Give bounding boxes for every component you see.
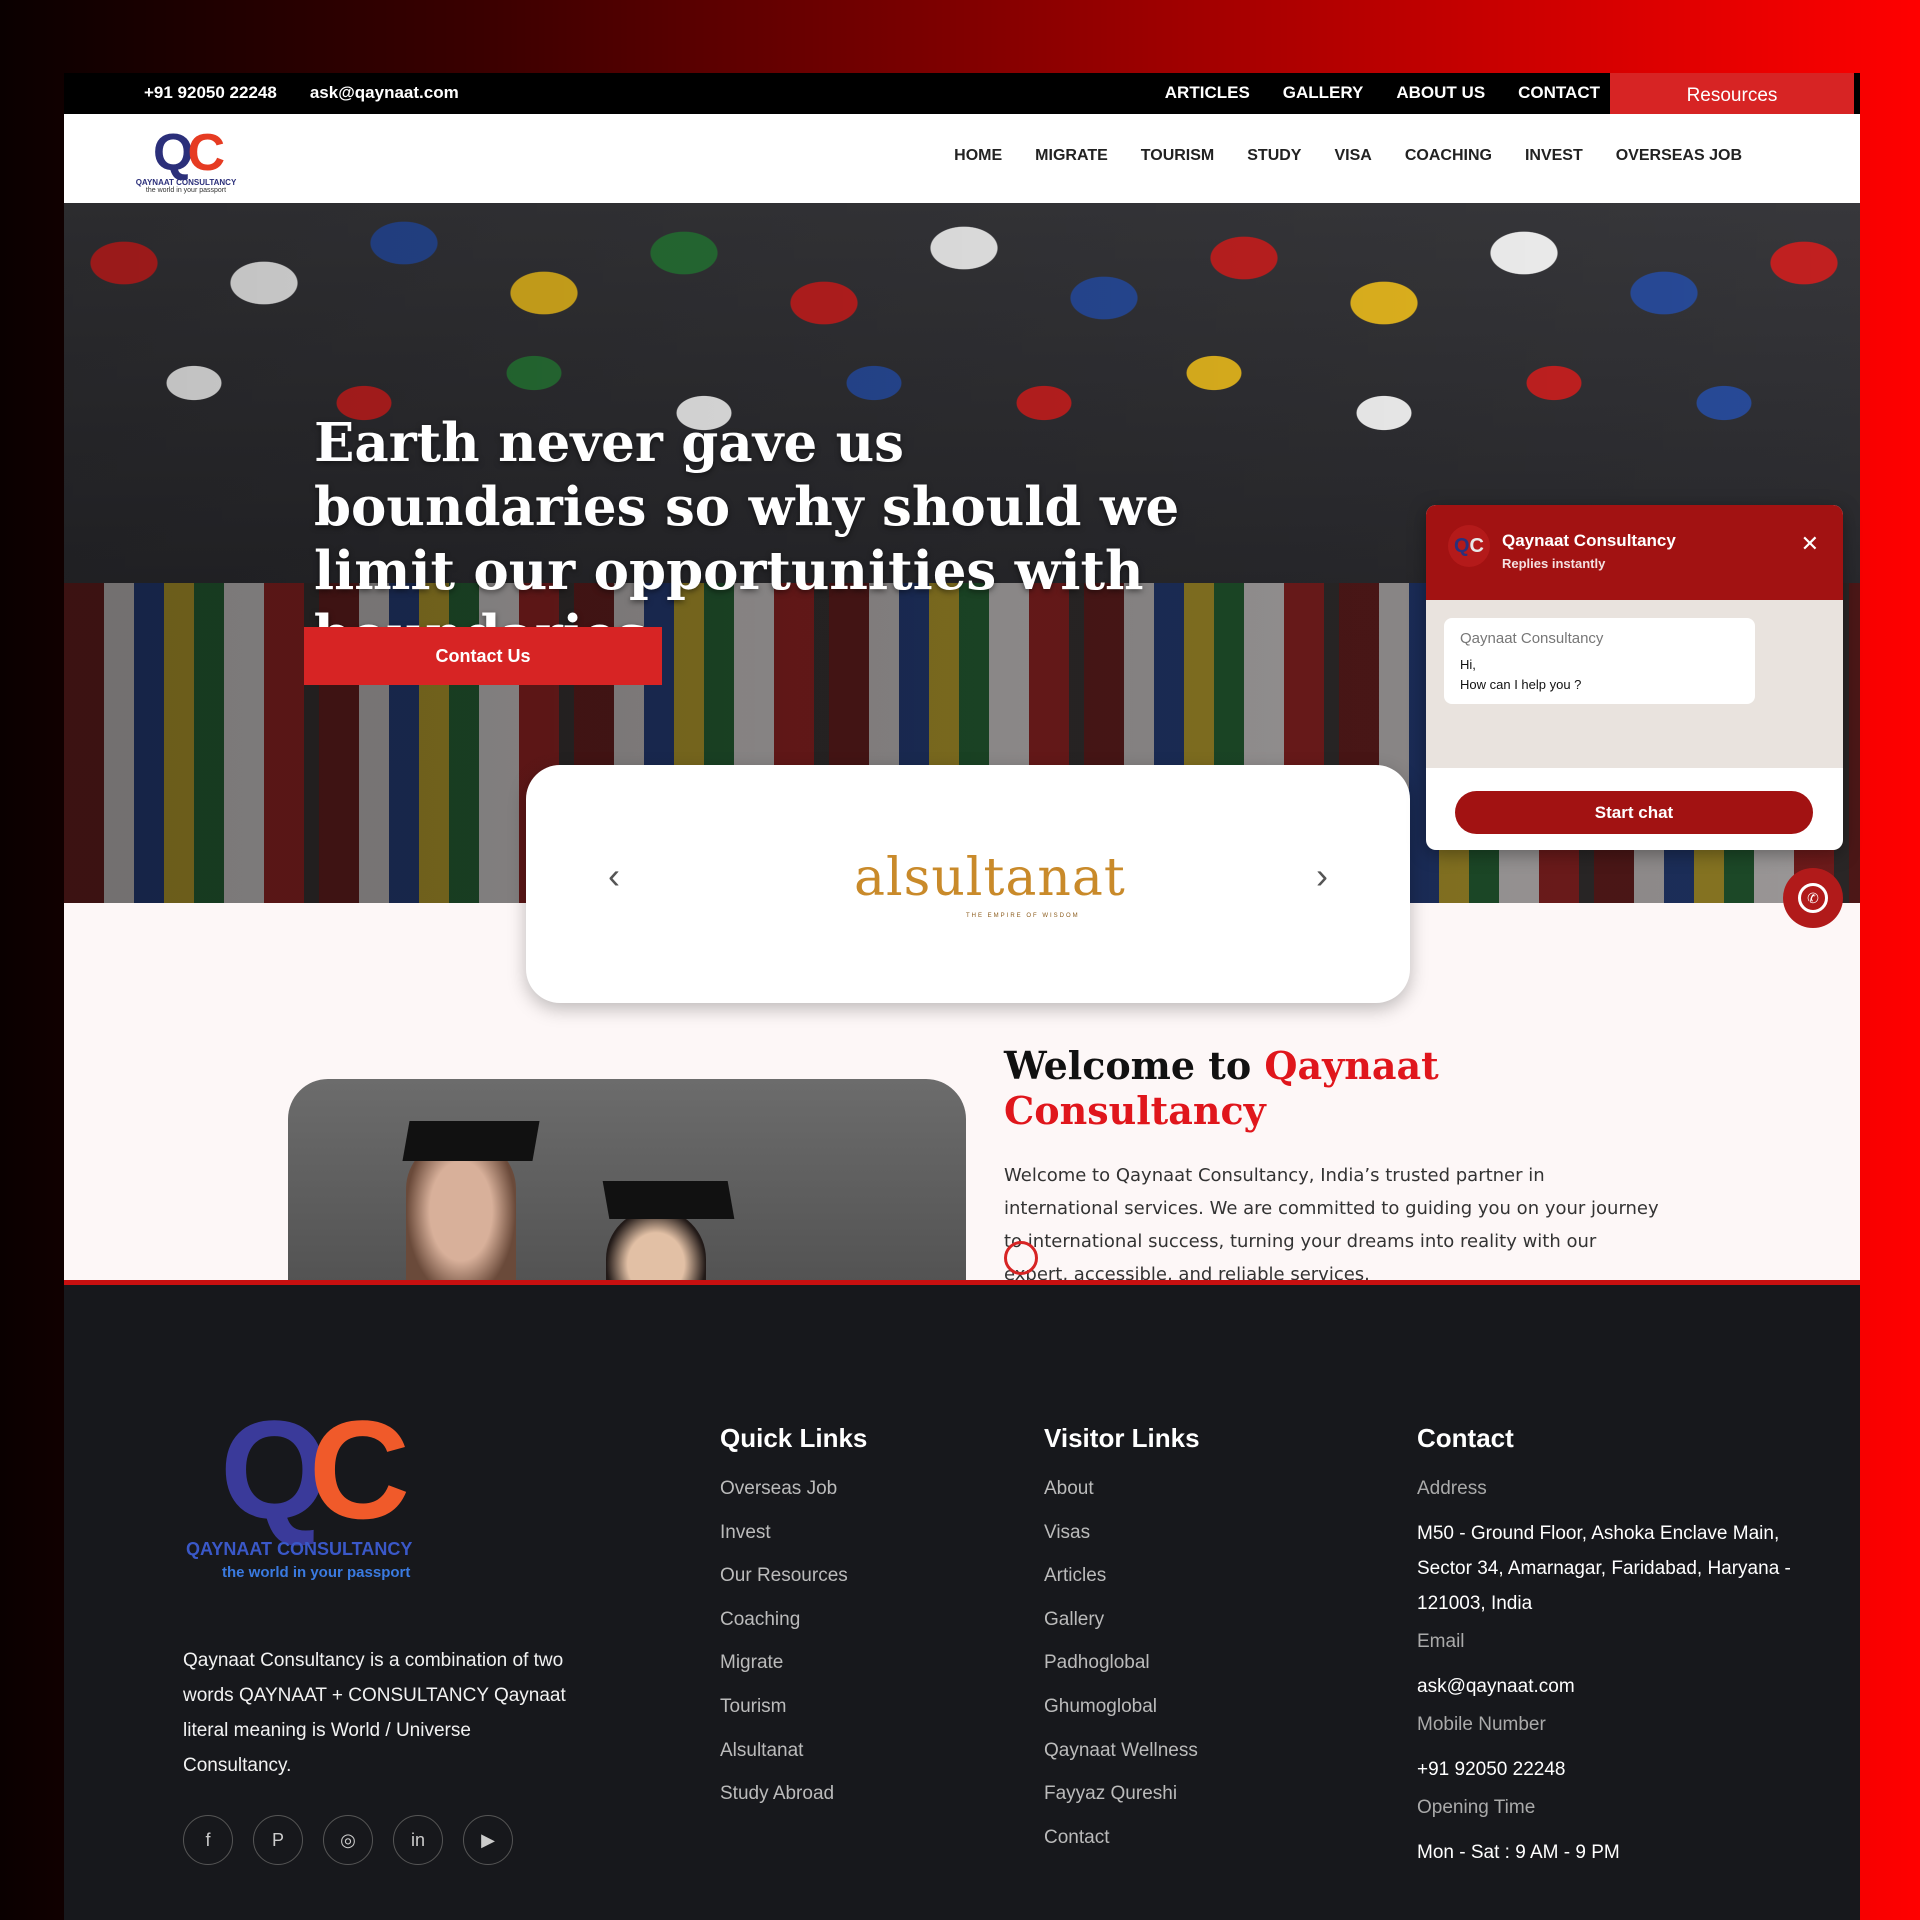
- top-email[interactable]: ask@qaynaat.com: [310, 83, 459, 103]
- chat-avatar: QC: [1448, 525, 1490, 567]
- quick-link[interactable]: Migrate: [720, 1652, 867, 1696]
- social-links: f P ◎ in ▶: [183, 1815, 513, 1865]
- chat-status: Replies instantly: [1502, 556, 1606, 571]
- page-frame: +91 92050 22248 ask@qaynaat.com ARTICLES…: [64, 73, 1860, 1920]
- logo-tagline: the world in your passport: [145, 187, 227, 194]
- visitor-link[interactable]: Ghumoglobal: [1044, 1696, 1200, 1740]
- quick-link[interactable]: Alsultanat: [720, 1740, 867, 1784]
- top-contact-info: +91 92050 22248 ask@qaynaat.com: [144, 83, 459, 103]
- chat-message-text: Hi, How can I help you ?: [1460, 657, 1582, 692]
- nav-tourism[interactable]: TOURISM: [1141, 147, 1214, 165]
- chat-body: Qaynaat Consultancy Hi, How can I help y…: [1426, 600, 1843, 768]
- chat-message: Qaynaat Consultancy Hi, How can I help y…: [1444, 618, 1755, 704]
- contact-title: Contact: [1417, 1423, 1514, 1453]
- contact-us-button[interactable]: Contact Us: [304, 627, 662, 685]
- visitor-link[interactable]: Contact: [1044, 1827, 1200, 1871]
- welcome-title: Welcome to Qaynaat Consultancy: [1004, 1043, 1439, 1133]
- quick-link[interactable]: Our Resources: [720, 1565, 867, 1609]
- visitor-link[interactable]: About: [1044, 1478, 1200, 1522]
- address-value: M50 - Ground Floor, Ashoka Enclave Main,…: [1417, 1523, 1791, 1614]
- footer-logo-brand: QAYNAAT CONSULTANCY: [186, 1539, 413, 1559]
- graduates-photo: [288, 1079, 966, 1289]
- nav-invest[interactable]: INVEST: [1525, 147, 1583, 165]
- youtube-icon[interactable]: ▶: [463, 1815, 513, 1865]
- visitor-link[interactable]: Visas: [1044, 1522, 1200, 1566]
- top-bar: +91 92050 22248 ask@qaynaat.com ARTICLES…: [64, 73, 1860, 119]
- visitor-links: Visitor Links About Visas Articles Galle…: [1044, 1423, 1200, 1870]
- feature-bullet-icon: [1004, 1241, 1038, 1275]
- facebook-icon[interactable]: f: [183, 1815, 233, 1865]
- visitor-link[interactable]: Fayyaz Qureshi: [1044, 1783, 1200, 1827]
- footer-logo-mark: QC: [220, 1391, 410, 1548]
- visitor-link[interactable]: Qaynaat Wellness: [1044, 1740, 1200, 1784]
- chat-sender: Qaynaat Consultancy: [1460, 630, 1604, 647]
- chat-name: Qaynaat Consultancy: [1502, 531, 1676, 550]
- quick-link[interactable]: Study Abroad: [720, 1783, 867, 1827]
- top-link-contact[interactable]: CONTACT: [1518, 83, 1600, 103]
- visitor-link[interactable]: Gallery: [1044, 1609, 1200, 1653]
- whatsapp-button[interactable]: ✆: [1783, 868, 1843, 928]
- nav-overseas-job[interactable]: OVERSEAS JOB: [1616, 147, 1742, 165]
- mobile-value[interactable]: +91 92050 22248: [1417, 1752, 1797, 1787]
- nav-home[interactable]: HOME: [954, 147, 1002, 165]
- quick-links: Quick Links Overseas Job Invest Our Reso…: [720, 1423, 867, 1827]
- visitor-link[interactable]: Articles: [1044, 1565, 1200, 1609]
- footer-about: Qaynaat Consultancy is a combination of …: [183, 1650, 566, 1776]
- top-link-gallery[interactable]: GALLERY: [1283, 83, 1364, 103]
- footer-logo[interactable]: QC QAYNAAT CONSULTANCY the world in your…: [186, 1391, 446, 1582]
- logo-mark: QC: [152, 124, 225, 182]
- top-phone[interactable]: +91 92050 22248: [144, 83, 277, 103]
- chevron-left-icon[interactable]: ‹: [608, 855, 620, 897]
- partner-carousel: ‹ alsultanat THE EMPIRE OF WISDOM ›: [526, 765, 1410, 1003]
- visitor-link[interactable]: Padhoglobal: [1044, 1652, 1200, 1696]
- main-nav: HOME MIGRATE TOURISM STUDY VISA COACHING…: [954, 147, 1742, 165]
- top-link-about-us[interactable]: ABOUT US: [1396, 83, 1485, 103]
- alsultanat-tagline: THE EMPIRE OF WISDOM: [966, 913, 1080, 919]
- main-header: QC QAYNAAT CONSULTANCY the world in your…: [64, 114, 1860, 203]
- nav-coaching[interactable]: COACHING: [1405, 147, 1492, 165]
- start-chat-button[interactable]: Start chat: [1455, 791, 1813, 834]
- footer-logo-tagline: the world in your passport: [222, 1564, 411, 1581]
- pinterest-icon[interactable]: P: [253, 1815, 303, 1865]
- close-icon[interactable]: ✕: [1801, 531, 1819, 557]
- chevron-right-icon[interactable]: ›: [1316, 855, 1328, 897]
- quick-link[interactable]: Overseas Job: [720, 1478, 867, 1522]
- logo-brand: QAYNAAT CONSULTANCY: [135, 178, 237, 187]
- visitor-links-title: Visitor Links: [1044, 1423, 1200, 1453]
- hours-value: Mon - Sat : 9 AM - 9 PM: [1417, 1842, 1620, 1863]
- contact-info: Contact Address M50 - Ground Floor, Asho…: [1417, 1423, 1797, 1880]
- quick-links-title: Quick Links: [720, 1423, 868, 1453]
- nav-visa[interactable]: VISA: [1334, 147, 1371, 165]
- linkedin-icon[interactable]: in: [393, 1815, 443, 1865]
- nav-study[interactable]: STUDY: [1247, 147, 1301, 165]
- top-links: ARTICLES GALLERY ABOUT US CONTACT: [1165, 83, 1600, 103]
- quick-link[interactable]: Tourism: [720, 1696, 867, 1740]
- resources-button[interactable]: Resources: [1610, 73, 1854, 119]
- top-link-articles[interactable]: ARTICLES: [1165, 83, 1250, 103]
- chat-widget: QC Qaynaat Consultancy Replies instantly…: [1426, 505, 1843, 850]
- welcome-body: Welcome to Qaynaat Consultancy, India’s …: [1004, 1165, 1659, 1285]
- whatsapp-icon: ✆: [1798, 883, 1828, 913]
- site-logo[interactable]: QC QAYNAAT CONSULTANCY the world in your…: [126, 124, 246, 200]
- email-value[interactable]: ask@qaynaat.com: [1417, 1669, 1797, 1704]
- chat-header: QC Qaynaat Consultancy Replies instantly…: [1426, 505, 1843, 600]
- site-footer: QC QAYNAAT CONSULTANCY the world in your…: [64, 1285, 1860, 1920]
- quick-link[interactable]: Coaching: [720, 1609, 867, 1653]
- alsultanat-logo[interactable]: alsultanat: [854, 843, 1125, 923]
- instagram-icon[interactable]: ◎: [323, 1815, 373, 1865]
- welcome-text: Welcome to Qaynaat Consultancy Welcome t…: [1004, 1043, 1664, 1291]
- nav-migrate[interactable]: MIGRATE: [1035, 147, 1108, 165]
- quick-link[interactable]: Invest: [720, 1522, 867, 1566]
